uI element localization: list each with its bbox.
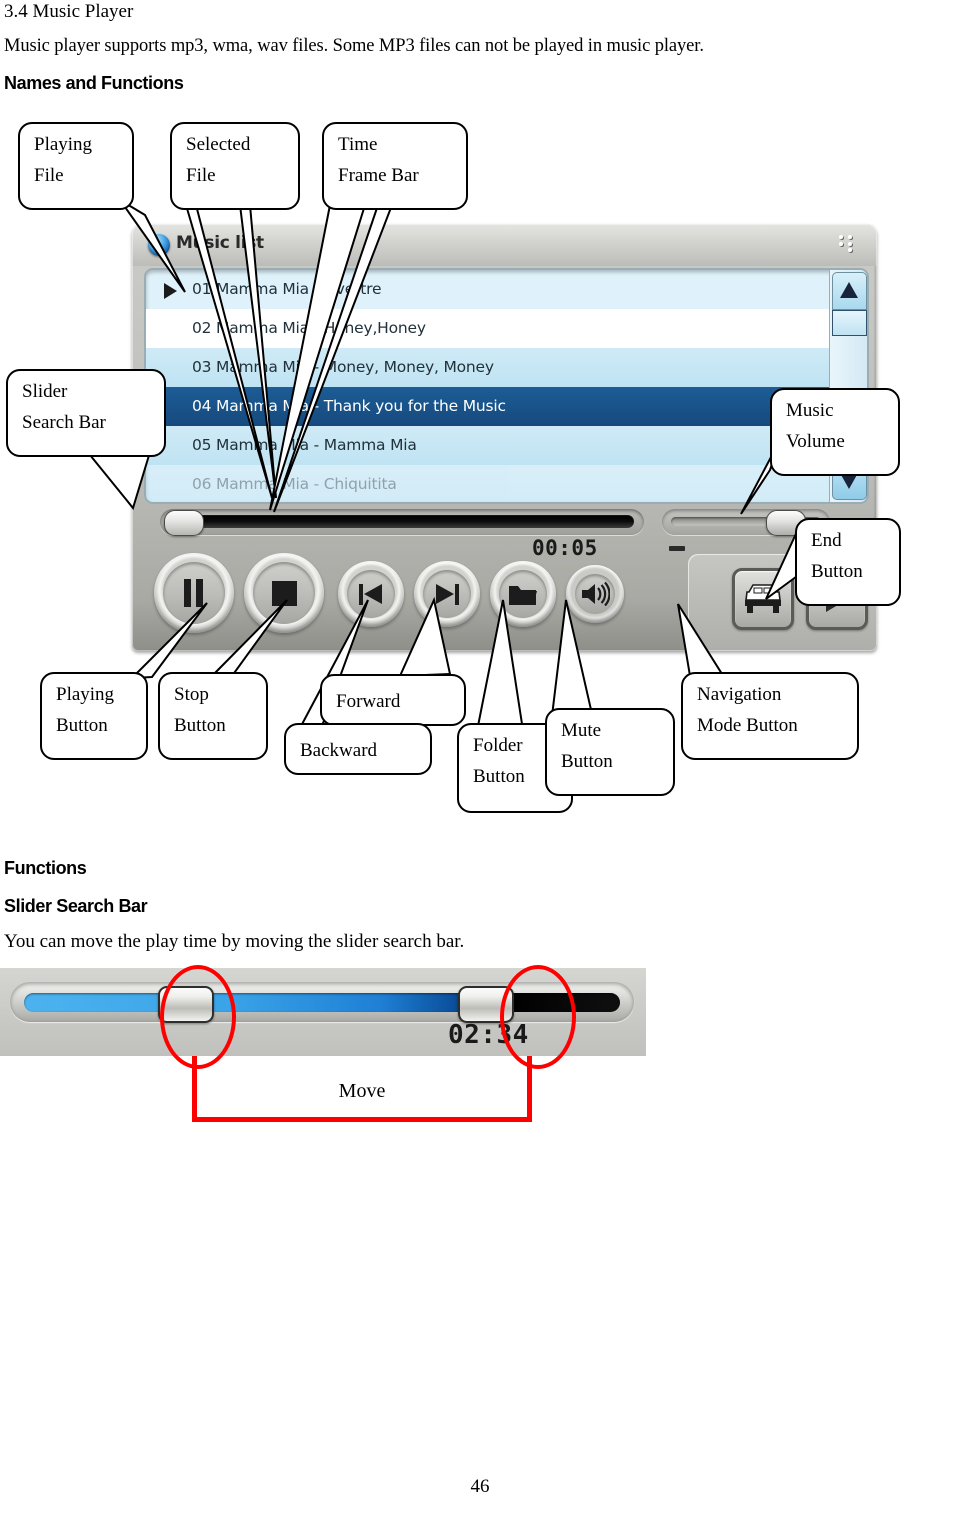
names-and-functions-heading: Names and Functions bbox=[4, 73, 184, 93]
callout-line: Mode Button bbox=[697, 714, 798, 736]
volume-minus-icon bbox=[669, 546, 685, 551]
callout-line: Button bbox=[811, 560, 863, 582]
callout-line: Selected bbox=[186, 134, 251, 155]
stop-button-face bbox=[253, 562, 315, 624]
callout-line: Stop bbox=[174, 684, 209, 705]
track-row-1[interactable]: 01 Mamma Mia - Overtre bbox=[146, 270, 830, 309]
track-label: 04 Mamma Mia - Thank you for the Music bbox=[192, 397, 506, 415]
music-list-orb-icon bbox=[148, 234, 170, 256]
callout-line: Backward bbox=[300, 740, 378, 761]
track-row-2[interactable]: 02 Mamma Mia - Honey,Honey bbox=[146, 309, 830, 348]
forward-button-face bbox=[423, 570, 471, 618]
speaker-icon bbox=[582, 581, 610, 607]
callout-line: Button bbox=[56, 714, 108, 736]
callout-line: Music bbox=[786, 400, 834, 421]
callout-playing-button: Playing Button bbox=[40, 672, 148, 760]
move-annotation-label: Move bbox=[338, 1080, 386, 1102]
play-button-face bbox=[163, 562, 225, 624]
music-list-rows: 01 Mamma Mia - Overtre 02 Mamma Mia - Ho… bbox=[146, 270, 830, 502]
car-icon bbox=[745, 584, 781, 613]
track-label: 01 Mamma Mia - Overtre bbox=[192, 280, 382, 298]
slider-search-bar-figure: 02:34 bbox=[0, 965, 646, 1069]
section-title: 3.4 Music Player bbox=[4, 1, 134, 22]
progress-knob[interactable] bbox=[164, 510, 204, 536]
callout-line: File bbox=[186, 164, 216, 186]
callout-end-button: End Button bbox=[795, 518, 901, 606]
callout-line: Slider bbox=[22, 381, 68, 402]
callout-mute-button: Mute Button bbox=[545, 708, 675, 796]
player-title-bar: Music list bbox=[132, 224, 877, 266]
time-display: 00:05 bbox=[532, 536, 598, 560]
backward-button[interactable] bbox=[338, 561, 404, 627]
music-list-panel[interactable]: 01 Mamma Mia - Overtre 02 Mamma Mia - Ho… bbox=[144, 268, 869, 504]
callout-line: Time bbox=[338, 134, 378, 155]
callout-line: Playing bbox=[56, 684, 115, 705]
backward-button-face bbox=[347, 570, 395, 618]
track-row-3[interactable]: 03 Mamma Mia - Money, Money, Money bbox=[146, 348, 830, 387]
track-label: 02 Mamma Mia - Honey,Honey bbox=[192, 319, 426, 337]
callout-line: Volume bbox=[786, 430, 845, 452]
callout-playing-file: Playing File bbox=[18, 122, 134, 210]
callout-music-volume: Music Volume bbox=[770, 388, 900, 476]
progress-track bbox=[170, 515, 634, 528]
playing-button[interactable] bbox=[154, 553, 234, 633]
callout-time-frame-bar: Time Frame Bar bbox=[322, 122, 468, 210]
annotation-circle-end bbox=[500, 965, 576, 1069]
annotation-circle-start bbox=[160, 965, 236, 1069]
track-row-5[interactable]: 05 Mamma Mia - Mamma Mia bbox=[146, 426, 830, 465]
track-row-6[interactable]: 06 Mamma Mia - Chiquitita bbox=[146, 465, 830, 502]
pause-icon bbox=[183, 579, 205, 607]
page-number: 46 bbox=[470, 1476, 490, 1497]
callout-line: Frame Bar bbox=[338, 164, 419, 186]
scrollbar-thumb[interactable] bbox=[832, 310, 867, 336]
callout-line: Playing bbox=[34, 134, 93, 155]
folder-icon bbox=[509, 586, 537, 605]
functions-heading: Functions bbox=[4, 858, 87, 878]
folder-button-face bbox=[499, 570, 547, 618]
slider-search-bar-heading: Slider Search Bar bbox=[4, 896, 148, 916]
intro-paragraph: Music player supports mp3, wma, wav file… bbox=[4, 36, 704, 56]
callout-line: End bbox=[811, 530, 842, 551]
callout-line: File bbox=[34, 164, 64, 186]
track-row-4-selected[interactable]: 04 Mamma Mia - Thank you for the Music bbox=[146, 387, 830, 426]
mute-button-face bbox=[575, 574, 615, 614]
callout-selected-file: Selected File bbox=[170, 122, 300, 210]
callout-line: Forward bbox=[336, 691, 401, 712]
callout-line: Button bbox=[174, 714, 226, 736]
forward-button[interactable] bbox=[414, 561, 480, 627]
callout-line: Search Bar bbox=[22, 411, 106, 433]
navigation-mode-button[interactable] bbox=[732, 568, 794, 630]
stop-square-icon bbox=[271, 580, 297, 606]
stop-button[interactable] bbox=[244, 553, 324, 633]
callout-slider-search-bar: Slider Search Bar bbox=[6, 369, 166, 457]
callout-backward: Backward bbox=[284, 723, 432, 775]
callout-line: Navigation bbox=[697, 684, 782, 705]
track-label: 06 Mamma Mia - Chiquitita bbox=[192, 475, 397, 493]
mute-button[interactable] bbox=[566, 565, 624, 623]
music-player-window: Music list 01 Mamma Mia - Overtre 02 Mam… bbox=[132, 224, 877, 651]
callout-forward: Forward bbox=[320, 674, 466, 726]
scroll-up-button[interactable] bbox=[832, 272, 867, 310]
next-track-icon bbox=[435, 583, 459, 605]
callout-navigation-mode-button: Navigation Mode Button bbox=[681, 672, 859, 760]
folder-button[interactable] bbox=[490, 561, 556, 627]
slider-search-bar[interactable] bbox=[160, 509, 644, 536]
callout-line: Button bbox=[561, 750, 613, 772]
triangle-up-icon bbox=[840, 282, 858, 298]
now-playing-triangle-icon bbox=[164, 283, 177, 299]
callout-line: Mute bbox=[561, 720, 602, 741]
window-grip-icon bbox=[839, 235, 861, 252]
track-label: 05 Mamma Mia - Mamma Mia bbox=[192, 436, 417, 454]
callout-stop-button: Stop Button bbox=[158, 672, 268, 760]
track-label: 03 Mamma Mia - Money, Money, Money bbox=[192, 358, 494, 376]
player-title-label: Music list bbox=[176, 233, 264, 253]
slider-description: You can move the play time by moving the… bbox=[4, 931, 465, 952]
previous-track-icon bbox=[359, 583, 383, 605]
